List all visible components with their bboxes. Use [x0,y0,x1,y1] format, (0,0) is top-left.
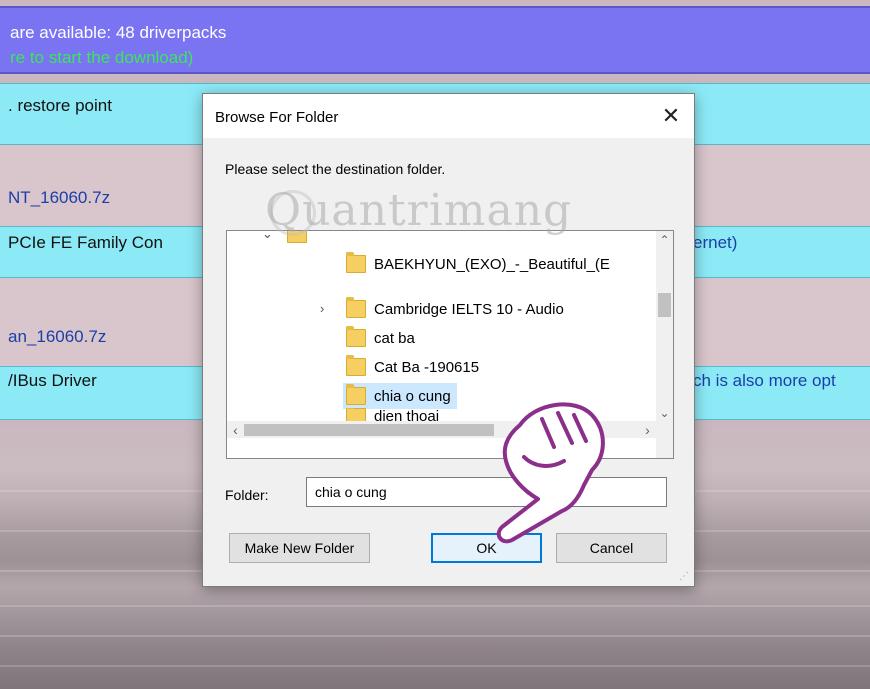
folder-icon [346,326,366,347]
available-driverpacks-text: are available: 48 driverpacks [10,23,227,42]
driver-detail-label: ch is also more opt [693,371,836,390]
driver-name-label: /IBus Driver [8,371,97,390]
folder-icon [346,355,366,376]
folder-icon [346,297,366,318]
tree-item-selected[interactable]: chia o cung [343,383,457,409]
tree-item[interactable]: dien thoai [346,408,439,422]
folder-icon [346,252,366,273]
watermark: Quantrimang [265,185,573,236]
pointing-hand-icon [496,402,605,544]
tree-item[interactable]: Cat Ba -190615 [346,354,479,380]
dialog-title: Browse For Folder [215,109,339,126]
driverpacks-banner: are available: 48 driverpacks re to star… [0,6,870,74]
tree-item[interactable]: Cambridge IELTS 10 - Audio [346,296,564,322]
vertical-scrollbar[interactable]: ⌃ ⌄ [656,231,673,421]
scrollbar-corner [656,421,673,458]
folder-label: Folder: [225,487,269,503]
browse-for-folder-dialog: Browse For Folder ✕ Please select the de… [202,93,695,587]
close-icon[interactable]: ✕ [648,94,694,138]
folder-icon [346,408,366,422]
driverpack-file-label: an_16060.7z [8,327,107,346]
tree-item-label: Cambridge IELTS 10 - Audio [374,300,564,318]
horizontal-scroll-thumb[interactable] [244,424,494,436]
scroll-down-icon[interactable]: ⌄ [656,404,673,421]
driver-detail-label: ernet) [693,233,738,252]
dialog-titlebar[interactable]: Browse For Folder ✕ [203,94,694,138]
tree-item-label: dien thoai [374,408,440,422]
make-new-folder-button[interactable]: Make New Folder [229,533,370,563]
tree-item[interactable]: BAEKHYUN_(EXO)_-_Beautiful_(E [346,251,610,277]
start-download-link[interactable]: re to start the download) [10,48,193,68]
scroll-right-icon[interactable]: › [639,421,656,438]
chevron-right-icon[interactable]: › [320,301,324,316]
driverpack-file-label: NT_16060.7z [8,188,111,207]
tree-item-label: cat ba [374,329,415,347]
resize-grip-icon[interactable]: ⋰ [679,571,691,583]
tree-item-label: BAEKHYUN_(EXO)_-_Beautiful_(E [374,255,610,273]
scroll-up-icon[interactable]: ⌃ [656,231,673,248]
restore-point-label: . restore point [8,96,112,115]
tree-item-label: Cat Ba -190615 [374,358,480,376]
scroll-left-icon[interactable]: ‹ [227,421,244,438]
tree-item-label: chia o cung [374,387,451,405]
tree-item[interactable]: cat ba [346,325,415,351]
folder-icon [346,384,366,405]
vertical-scroll-thumb[interactable] [658,293,671,317]
dialog-instruction: Please select the destination folder. [225,161,446,177]
driver-name-label: PCIe FE Family Con [8,233,163,252]
